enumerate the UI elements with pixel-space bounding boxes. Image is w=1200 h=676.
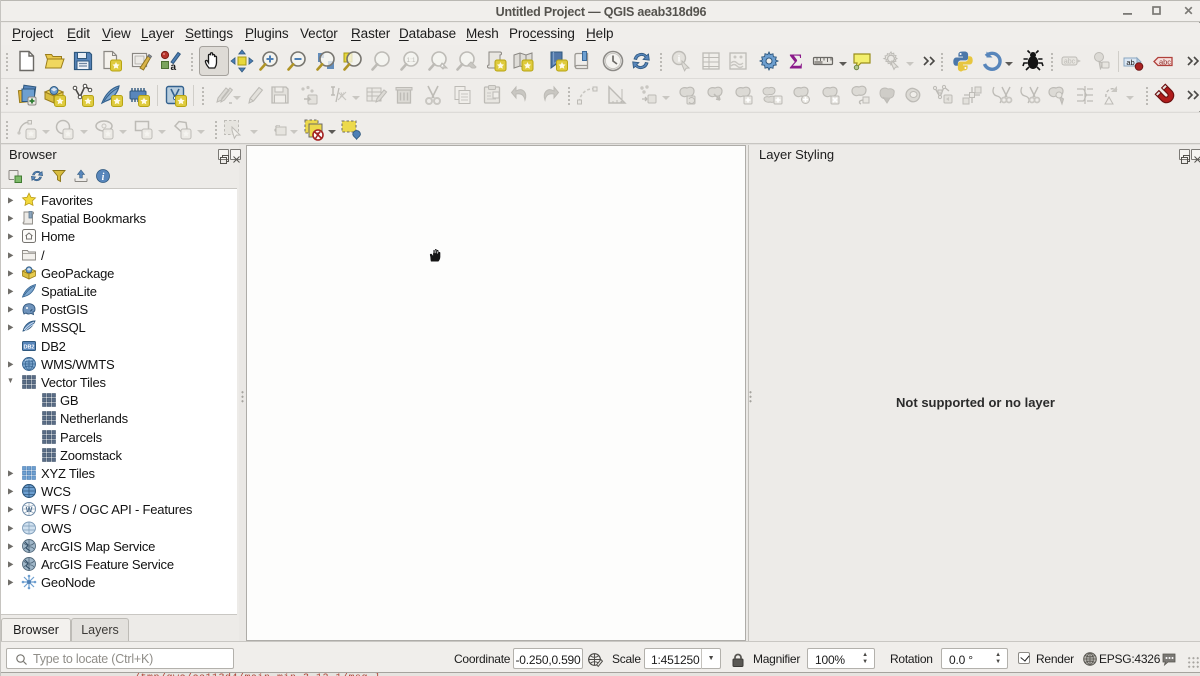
svg-text:ab: ab bbox=[1126, 58, 1134, 67]
svg-text:1:1: 1:1 bbox=[406, 57, 415, 64]
svg-text:W: W bbox=[26, 507, 33, 514]
svg-text:abc: abc bbox=[1159, 57, 1171, 66]
svg-text:Σ: Σ bbox=[789, 50, 803, 74]
svg-text:a: a bbox=[171, 62, 177, 73]
svg-text:DB2: DB2 bbox=[23, 345, 34, 351]
svg-text:i: i bbox=[102, 172, 105, 183]
svg-text:abc: abc bbox=[1064, 59, 1076, 66]
